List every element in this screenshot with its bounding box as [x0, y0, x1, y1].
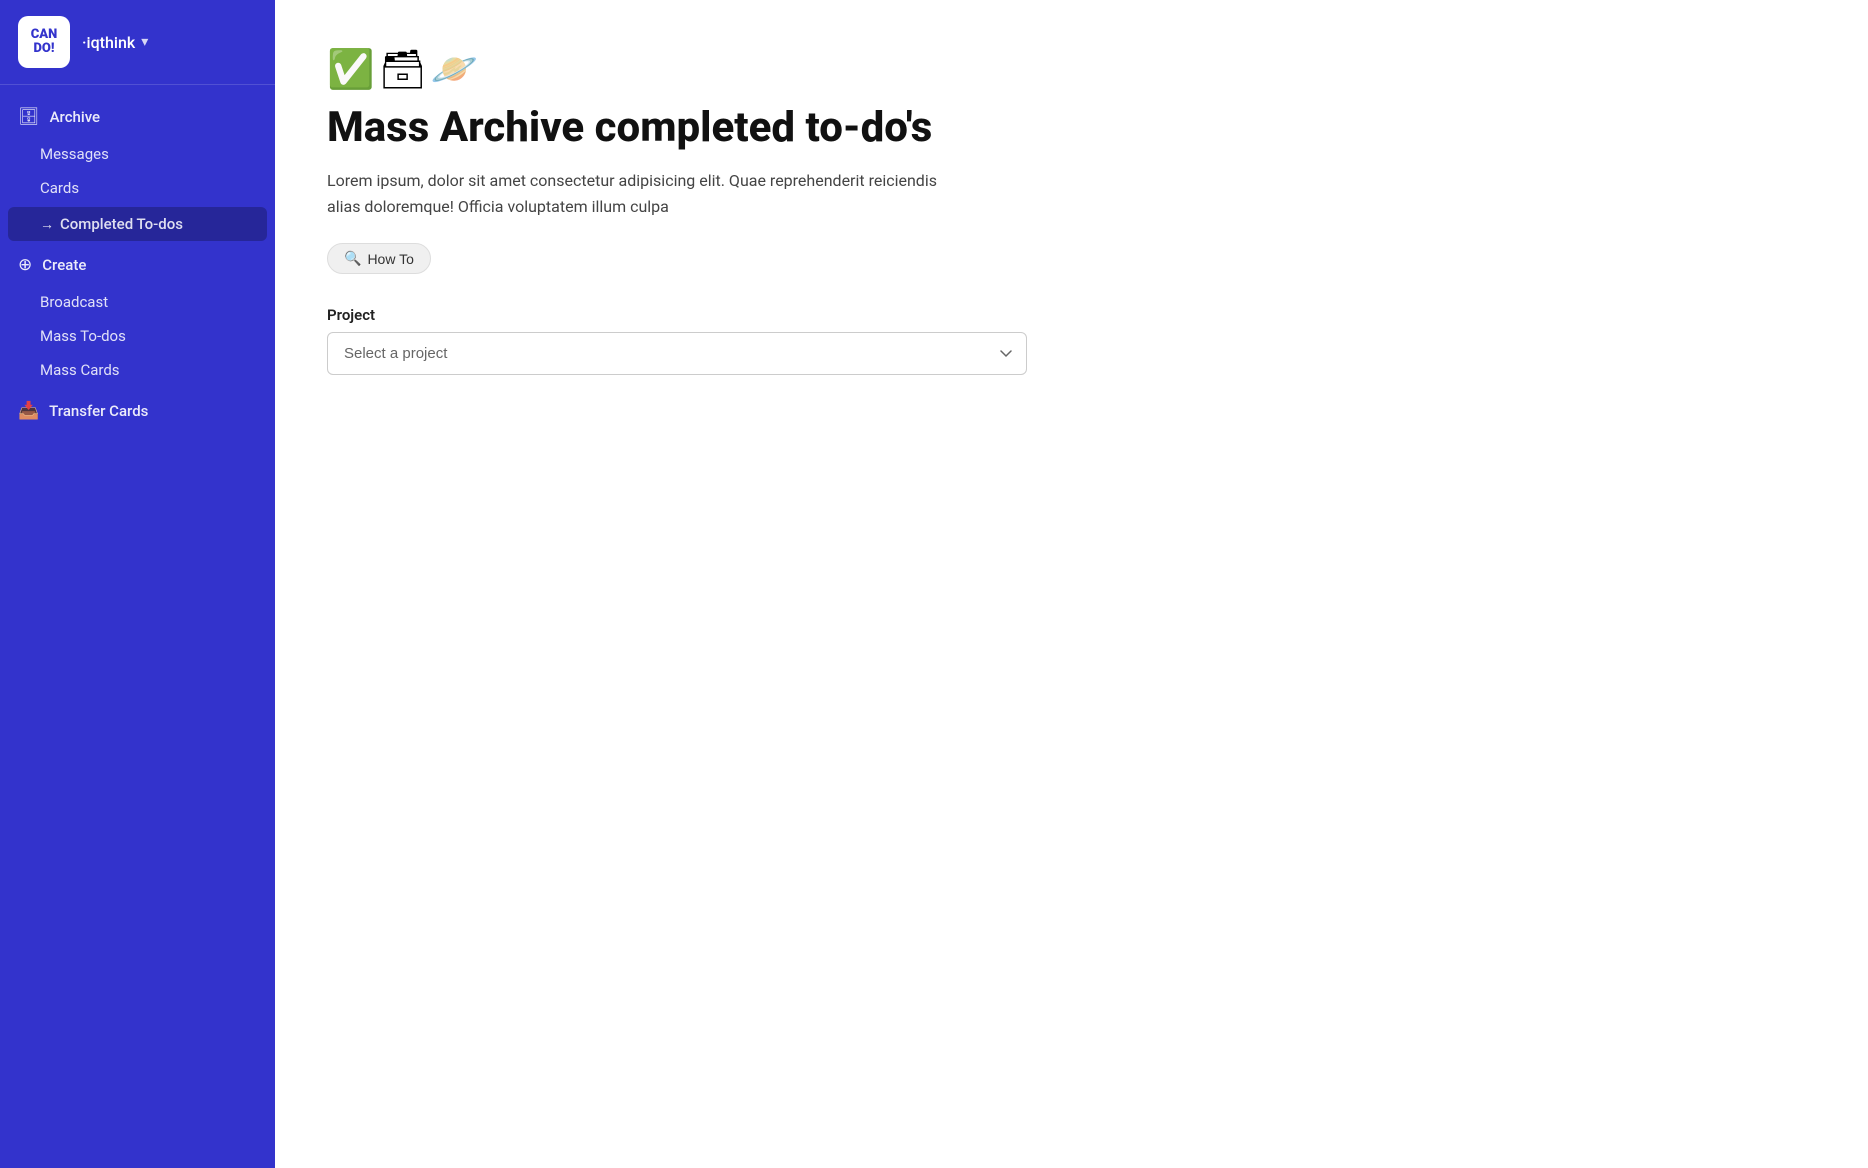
sidebar-item-mass-cards-label: Mass Cards [40, 361, 120, 379]
sidebar-nav: 🗄 Archive Messages Cards → Completed To-… [0, 85, 275, 1168]
sidebar: CANDO! ·iqthink ▾ 🗄 Archive Messages Car… [0, 0, 275, 1168]
sidebar-item-broadcast-label: Broadcast [40, 293, 108, 311]
sidebar-item-mass-todos[interactable]: Mass To-dos [0, 319, 275, 353]
workspace-selector[interactable]: ·iqthink ▾ [82, 33, 148, 52]
how-to-label: How To [367, 251, 413, 267]
sidebar-item-archive[interactable]: 🗄 Archive [0, 97, 275, 137]
sidebar-item-create[interactable]: ⊕ Create [0, 245, 275, 285]
sidebar-item-broadcast[interactable]: Broadcast [0, 285, 275, 319]
nav-section-create: ⊕ Create Broadcast Mass To-dos Mass Card… [0, 245, 275, 387]
nav-section-archive: 🗄 Archive Messages Cards → Completed To-… [0, 97, 275, 241]
sidebar-item-transfer-cards[interactable]: 📥 Transfer Cards [0, 391, 275, 431]
create-icon: ⊕ [18, 255, 32, 275]
chevron-down-icon: ▾ [141, 34, 148, 50]
nav-section-transfer: 📥 Transfer Cards [0, 391, 275, 431]
sidebar-item-messages[interactable]: Messages [0, 137, 275, 171]
checkmark-icon: ✅ [327, 48, 374, 92]
sidebar-item-completed-todos[interactable]: → Completed To-dos [8, 207, 267, 241]
main-content: ✅ 🗃 🪐 Mass Archive completed to-do's Lor… [275, 0, 1868, 1168]
sidebar-item-cards-label: Cards [40, 179, 79, 197]
arrow-icon: → [40, 216, 54, 233]
page-icons: ✅ 🗃 🪐 [327, 48, 1816, 92]
sidebar-item-messages-label: Messages [40, 145, 109, 163]
planet-icon: 🪐 [431, 48, 478, 92]
how-to-button[interactable]: 🔍 How To [327, 243, 431, 274]
project-label: Project [327, 306, 1816, 324]
workspace-name: ·iqthink [82, 33, 135, 52]
sidebar-item-mass-todos-label: Mass To-dos [40, 327, 126, 345]
sidebar-item-archive-label: Archive [50, 108, 100, 126]
page-description: Lorem ipsum, dolor sit amet consectetur … [327, 168, 967, 219]
sidebar-header: CANDO! ·iqthink ▾ [0, 0, 275, 85]
project-select-wrapper: Select a project [327, 332, 1027, 375]
transfer-icon: 📥 [18, 401, 39, 421]
cabinet-icon: 🗃 [378, 48, 426, 92]
sidebar-item-transfer-cards-label: Transfer Cards [49, 402, 148, 420]
sidebar-item-completed-todos-label: Completed To-dos [60, 215, 183, 233]
how-to-icon: 🔍 [344, 250, 361, 267]
logo: CANDO! [18, 16, 70, 68]
page-title: Mass Archive completed to-do's [327, 104, 1816, 152]
project-select[interactable]: Select a project [327, 332, 1027, 375]
archive-icon: 🗄 [18, 107, 40, 127]
sidebar-item-create-label: Create [42, 256, 86, 274]
sidebar-item-mass-cards[interactable]: Mass Cards [0, 353, 275, 387]
sidebar-item-cards[interactable]: Cards [0, 171, 275, 205]
project-field: Project Select a project [327, 306, 1816, 375]
